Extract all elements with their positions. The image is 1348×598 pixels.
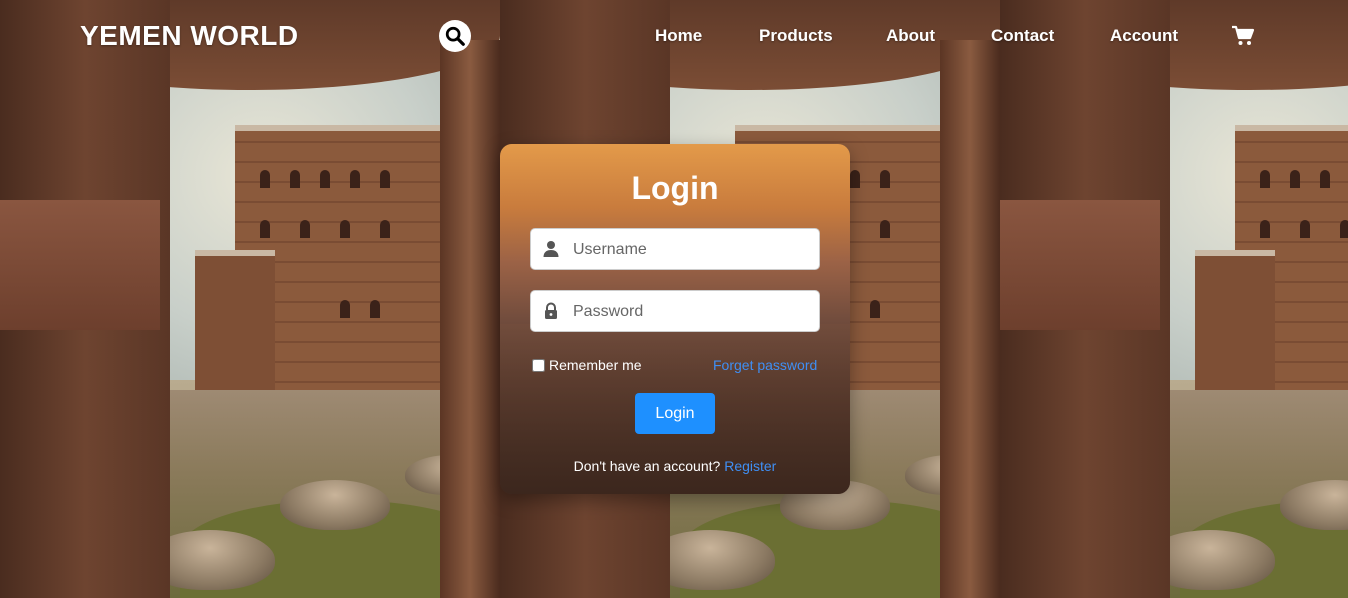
cart-icon xyxy=(1232,25,1255,45)
search-icon xyxy=(445,26,465,46)
lock-icon xyxy=(545,302,557,319)
password-input[interactable] xyxy=(571,291,815,333)
nav-about[interactable]: About xyxy=(886,26,935,46)
login-card: Login Remember me Forget password Login … xyxy=(500,144,850,494)
register-link[interactable]: Register xyxy=(724,458,776,474)
nav-products[interactable]: Products xyxy=(759,26,833,46)
password-field xyxy=(530,290,820,333)
background-tile xyxy=(1000,0,1348,598)
remember-me[interactable]: Remember me xyxy=(530,357,642,373)
login-button[interactable]: Login xyxy=(635,393,715,434)
login-title: Login xyxy=(631,170,719,206)
nav-contact[interactable]: Contact xyxy=(991,26,1054,46)
site-header: YEMEN WORLD Home Products About Contact … xyxy=(0,0,1348,76)
forgot-password-link[interactable]: Forget password xyxy=(713,357,817,373)
nav-account[interactable]: Account xyxy=(1110,26,1178,46)
username-field xyxy=(530,228,820,271)
search-button[interactable] xyxy=(439,20,471,52)
register-prompt-text: Don't have an account? xyxy=(573,458,721,474)
remember-checkbox[interactable] xyxy=(532,358,545,372)
site-logo[interactable]: YEMEN WORLD xyxy=(80,20,299,52)
background-tile xyxy=(0,0,500,598)
remember-label: Remember me xyxy=(549,357,642,373)
nav-home[interactable]: Home xyxy=(655,26,702,46)
cart-button[interactable] xyxy=(1231,25,1255,47)
user-icon xyxy=(543,241,559,257)
username-input[interactable] xyxy=(571,229,815,271)
register-prompt: Don't have an account? Register xyxy=(500,458,850,474)
